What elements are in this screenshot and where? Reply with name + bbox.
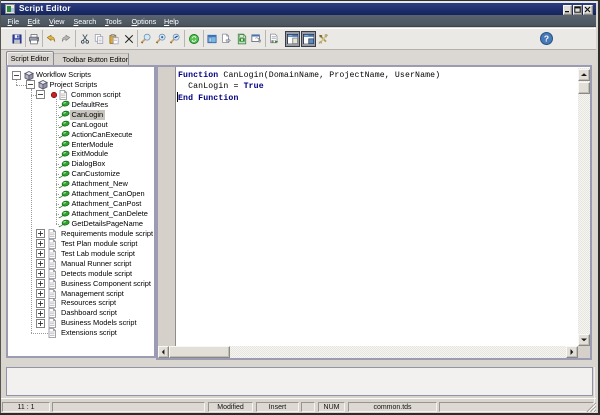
svg-text:?: ?: [544, 33, 549, 43]
